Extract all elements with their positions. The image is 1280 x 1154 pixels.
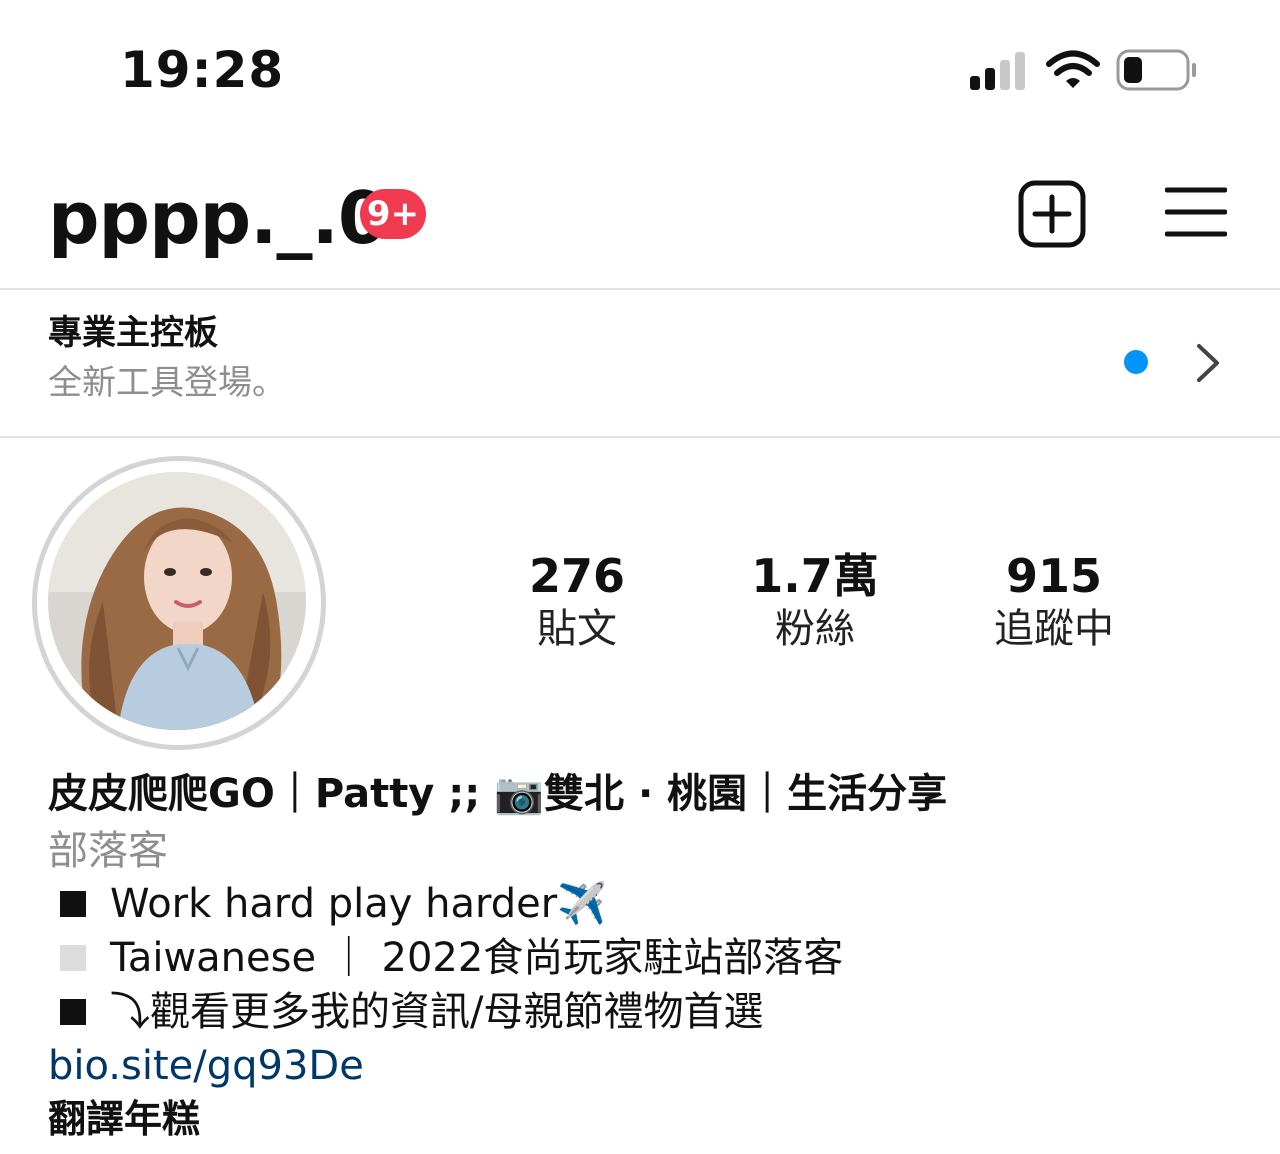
- new-indicator-dot: [1124, 350, 1148, 374]
- add-post-icon[interactable]: [1018, 180, 1086, 248]
- bio-line-text: Taiwanese ｜ 2022食尚玩家駐站部落客: [110, 935, 844, 981]
- bio-category: 部落客: [48, 828, 168, 874]
- status-time: 19:28: [120, 41, 285, 99]
- black-square-icon: [60, 999, 86, 1025]
- avatar-photo: [48, 472, 306, 730]
- stat-posts[interactable]: 276 貼文: [457, 548, 697, 654]
- black-square-icon: [60, 891, 86, 917]
- bio-line-text: ⤵觀看更多我的資訊/母親節禮物首選: [110, 989, 764, 1035]
- posts-label: 貼文: [537, 606, 617, 652]
- wifi-icon: [1046, 50, 1100, 88]
- chevron-right-icon[interactable]: [1193, 342, 1223, 384]
- bio-line-text: Work hard play harder✈️: [110, 881, 607, 927]
- battery-icon: [1116, 49, 1196, 91]
- bio-line: Work hard play harder✈️: [60, 878, 607, 930]
- bio-link[interactable]: bio.site/gq93De: [48, 1040, 364, 1092]
- avatar[interactable]: [48, 472, 306, 730]
- signal-icon: [970, 52, 1025, 90]
- followers-count: 1.7萬: [751, 549, 879, 603]
- dashboard-subtitle: 全新工具登場。: [48, 363, 286, 403]
- dashboard-divider: [0, 436, 1280, 438]
- following-label: 追蹤中: [994, 606, 1114, 652]
- following-count: 915: [1005, 549, 1103, 603]
- white-square-icon: [60, 945, 86, 971]
- bio-display-name: 皮皮爬爬GO｜Patty ;; 📷雙北 · 桃園｜生活分享: [48, 771, 948, 817]
- profile-username[interactable]: pppp._.0: [48, 176, 388, 260]
- stat-followers[interactable]: 1.7萬 粉絲: [695, 548, 935, 654]
- bio-line: Taiwanese ｜ 2022食尚玩家駐站部落客: [60, 932, 843, 984]
- dashboard-title: 專業主控板: [48, 313, 218, 353]
- posts-count: 276: [528, 549, 626, 603]
- bio-line: ⤵觀看更多我的資訊/母親節禮物首選: [60, 986, 763, 1038]
- translate-button[interactable]: 翻譯年糕: [48, 1094, 200, 1144]
- notification-badge[interactable]: 9+: [360, 189, 426, 239]
- stat-following[interactable]: 915 追蹤中: [934, 548, 1174, 654]
- menu-icon[interactable]: [1165, 186, 1227, 238]
- followers-label: 粉絲: [775, 606, 855, 652]
